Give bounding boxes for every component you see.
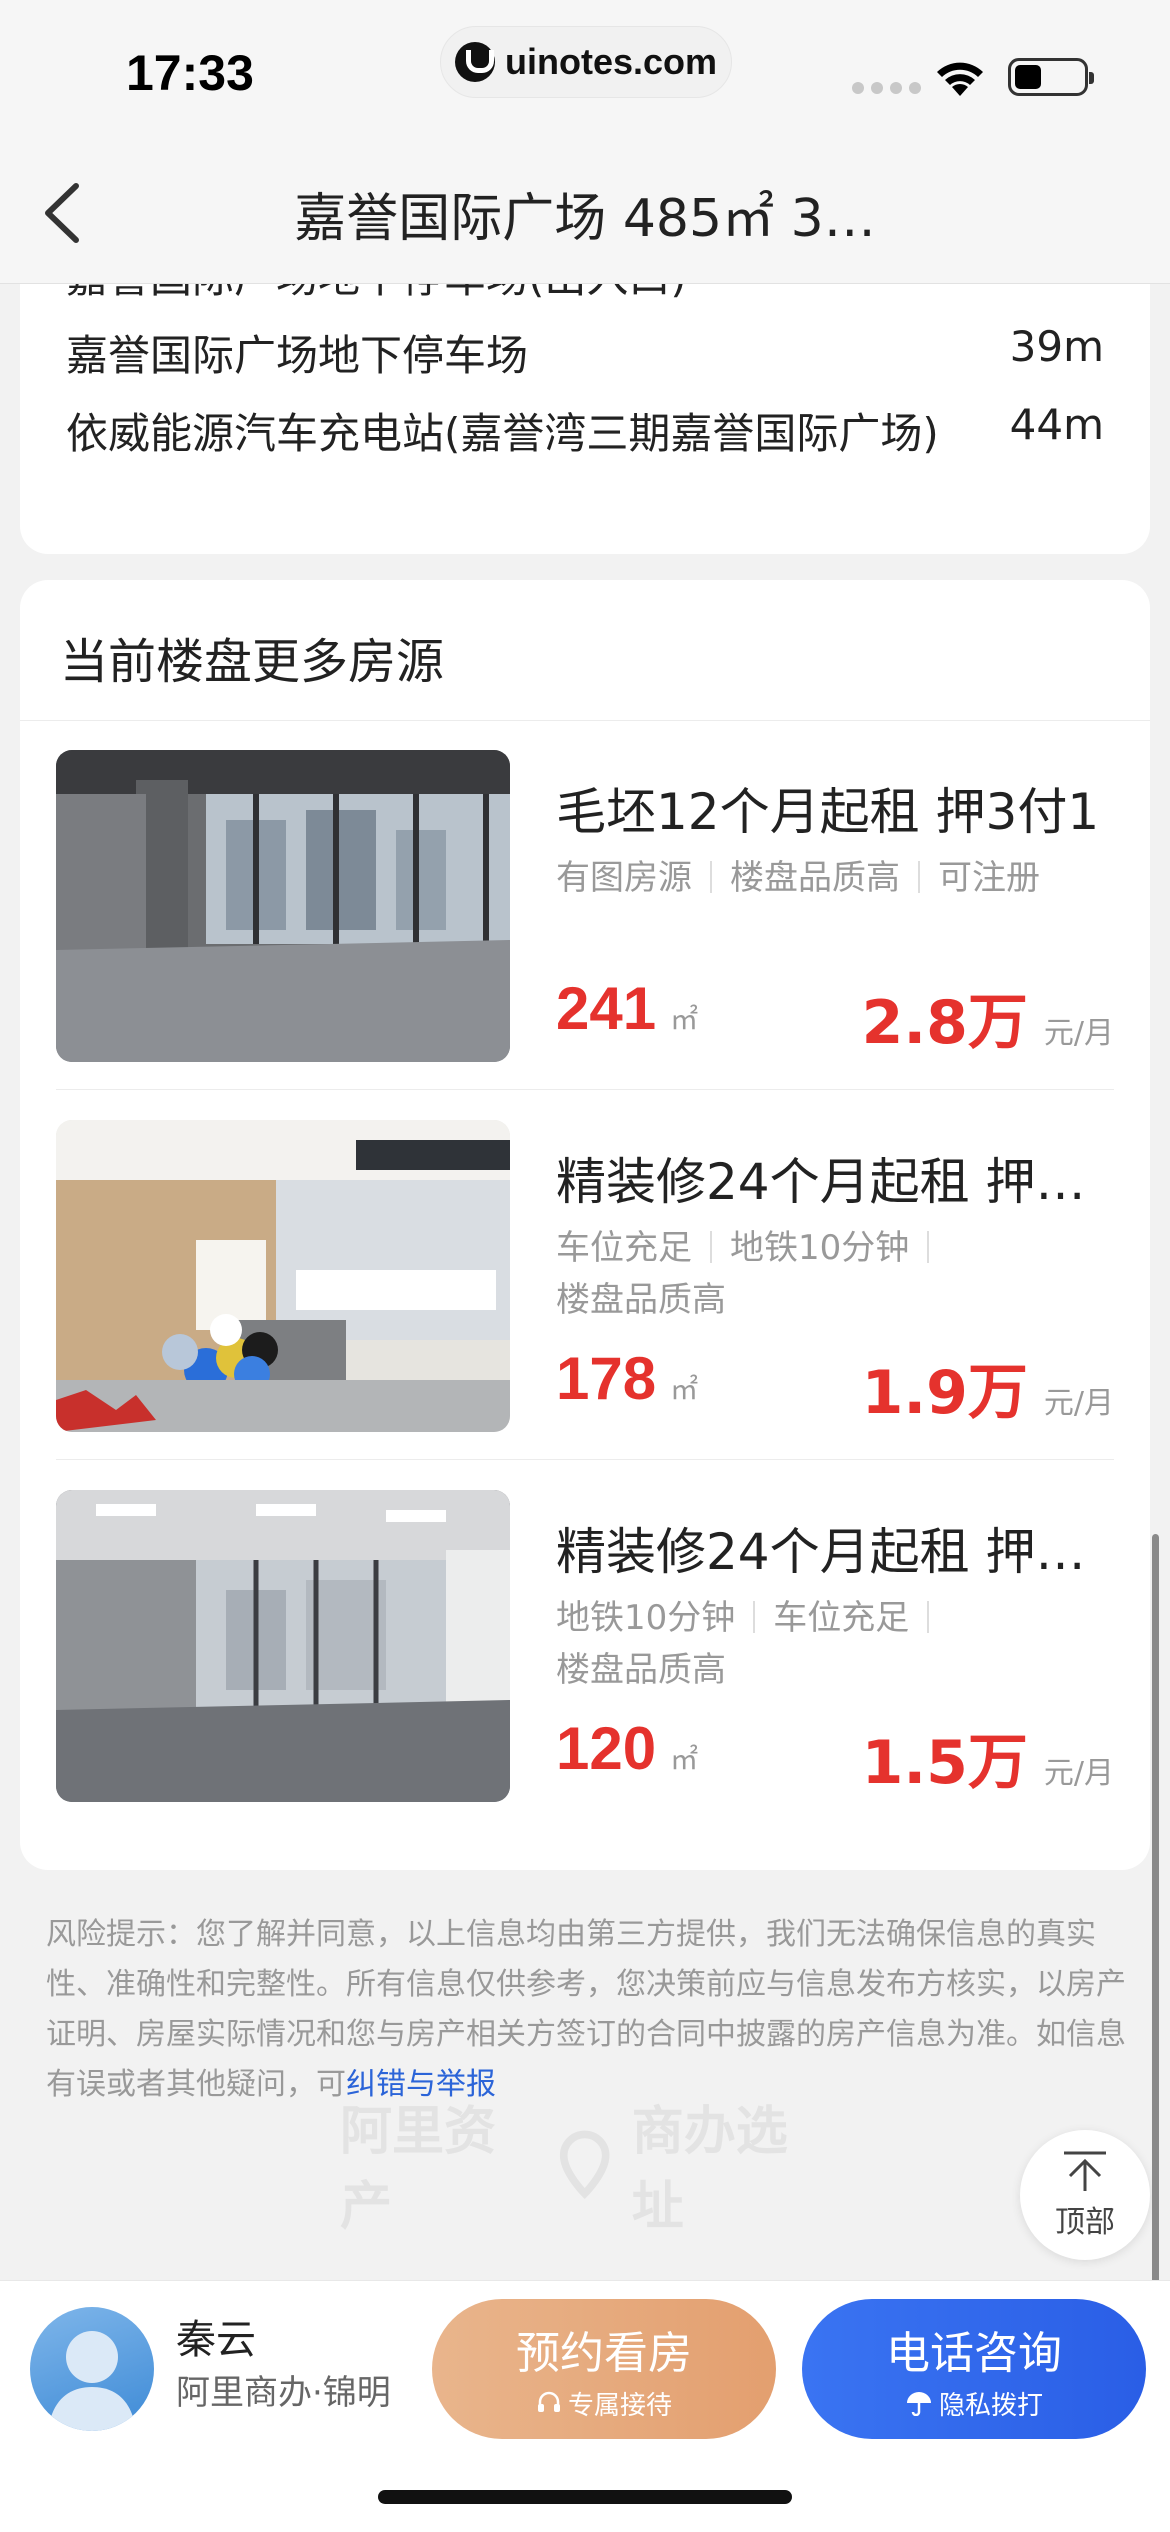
brand-logo-icon bbox=[560, 2130, 610, 2199]
listing-price-value: 1.9万 bbox=[861, 1358, 1028, 1428]
nearby-item: 嘉誉国际广场地下停车场 39m bbox=[66, 322, 1104, 383]
listing-tag: 车位充足 bbox=[556, 1228, 692, 1268]
listing-tag: 地铁10分钟 bbox=[556, 1598, 736, 1638]
listing-price-unit: 元/月 bbox=[1043, 1386, 1114, 1421]
listing-price-value: 2.8万 bbox=[861, 988, 1028, 1058]
nearby-item-distance: 31m bbox=[1010, 284, 1104, 305]
listing-tag: 车位充足 bbox=[773, 1598, 910, 1638]
nearby-item-distance: 44m bbox=[1009, 400, 1104, 449]
back-to-top-button[interactable]: 顶部 bbox=[1020, 2130, 1150, 2260]
listing-tag: 可注册 bbox=[938, 858, 1040, 898]
phone-consult-label: 电话咨询 bbox=[886, 2327, 1062, 2379]
section-title: 当前楼盘更多房源 bbox=[60, 634, 445, 690]
book-viewing-button[interactable]: 预约看房 专属接待 bbox=[432, 2299, 776, 2439]
listing-tag: 楼盘品质高 bbox=[556, 1650, 726, 1690]
book-viewing-sub: 专属接待 bbox=[536, 2385, 672, 2422]
headset-icon bbox=[537, 2391, 560, 2412]
listing-photo bbox=[56, 1490, 510, 1802]
listing-tag: 楼盘品质高 bbox=[730, 858, 900, 898]
listing-price: 2.8万 元/月 bbox=[862, 974, 1114, 1061]
battery-icon bbox=[1008, 58, 1094, 96]
listing-area: 178 ㎡ bbox=[556, 1344, 698, 1413]
listing-photo bbox=[56, 1120, 510, 1432]
back-arrow-icon[interactable] bbox=[36, 178, 96, 248]
listing-tag: 楼盘品质高 bbox=[556, 1280, 726, 1320]
site-logo-icon bbox=[455, 42, 495, 82]
top-bar: 17:33 uinotes.com 嘉誉国际广场 485㎡ 3… bbox=[0, 0, 1170, 284]
nearby-item-name: 嘉誉国际广场地下停车场 bbox=[66, 331, 529, 380]
listing-area: 241 ㎡ bbox=[556, 974, 698, 1043]
book-viewing-label: 预约看房 bbox=[516, 2327, 692, 2379]
content-scroll[interactable]: 嘉誉国际广场地下停车场(出入口) 31m 嘉誉国际广场地下停车场 39m 依威能… bbox=[0, 284, 1170, 2280]
nearby-item-distance: 39m bbox=[1009, 322, 1104, 371]
listing-area-value: 178 bbox=[556, 1345, 657, 1412]
listing-area-unit: ㎡ bbox=[670, 1374, 699, 1405]
listing-tags: 有图房源 楼盘品质高 可注册 bbox=[556, 852, 1116, 904]
home-indicator[interactable] bbox=[378, 2490, 792, 2504]
listing-tag: 有图房源 bbox=[556, 858, 692, 898]
nearby-item: 依威能源汽车充电站(嘉誉湾三期嘉誉国际广场) 44m bbox=[66, 400, 1104, 461]
listing-area-unit: ㎡ bbox=[670, 1004, 699, 1035]
url-text: uinotes.com bbox=[505, 41, 718, 82]
listing-title: 精装修24个月起租 押3… bbox=[556, 1153, 1116, 1211]
url-pill[interactable]: uinotes.com bbox=[440, 26, 732, 98]
nearby-item-name: 嘉誉国际广场地下停车场(出入口) bbox=[66, 284, 687, 305]
listing-title: 精装修24个月起租 押2… bbox=[556, 1523, 1116, 1581]
phone-consult-sub-label: 隐私拨打 bbox=[938, 2390, 1043, 2421]
agent-org: 阿里商办·锦明 bbox=[176, 2373, 391, 2413]
phone-consult-sub: 隐私拨打 bbox=[905, 2385, 1043, 2422]
listing-tags: 地铁10分钟 车位充足楼盘品质高 bbox=[556, 1592, 1116, 1696]
arrow-up-icon bbox=[1064, 2151, 1106, 2191]
listing-item[interactable]: 精装修24个月起租 押3… 车位充足 地铁10分钟 楼盘品质高 178 ㎡ 1.9万 … bbox=[56, 1090, 1116, 1460]
avatar[interactable] bbox=[30, 2307, 154, 2431]
phone-consult-button[interactable]: 电话咨询 隐私拨打 bbox=[802, 2299, 1146, 2439]
cellular-signal-icon bbox=[852, 82, 921, 94]
listing-photo bbox=[56, 750, 510, 1062]
listing-price: 1.9万 元/月 bbox=[862, 1344, 1114, 1431]
listing-price-value: 1.5万 bbox=[861, 1728, 1028, 1798]
status-time: 17:33 bbox=[126, 45, 254, 101]
listing-area: 120 ㎡ bbox=[556, 1714, 698, 1783]
brand-watermark: 阿里资产 商办选址 bbox=[340, 2102, 830, 2237]
agent-name: 秦云 bbox=[176, 2317, 256, 2363]
watermark-right-text: 商办选址 bbox=[631, 2102, 788, 2237]
listing-area-unit: ㎡ bbox=[670, 1744, 699, 1775]
more-listings-card: 当前楼盘更多房源 毛坯12个月起租 押3付1 有图房源 楼盘品质高 可注册 24… bbox=[20, 580, 1150, 1870]
listing-tags: 车位充足 地铁10分钟 楼盘品质高 bbox=[556, 1222, 1116, 1326]
listing-area-value: 120 bbox=[556, 1715, 657, 1782]
risk-notice: 风险提示：您了解并同意，以上信息均由第三方提供，我们无法确保信息的真实性、准确性… bbox=[46, 1910, 1126, 2110]
nearby-item-name: 依威能源汽车充电站(嘉誉湾三期嘉誉国际广场) bbox=[66, 409, 939, 458]
risk-notice-text: 风险提示：您了解并同意，以上信息均由第三方提供，我们无法确保信息的真实性、准确性… bbox=[46, 1917, 1126, 2102]
listing-tag: 地铁10分钟 bbox=[730, 1228, 910, 1268]
watermark-left-text: 阿里资产 bbox=[340, 2102, 497, 2237]
listing-item[interactable]: 毛坯12个月起租 押3付1 有图房源 楼盘品质高 可注册 241 ㎡ 2.8万 元/月 bbox=[56, 720, 1114, 1090]
listing-item[interactable]: 精装修24个月起租 押2… 地铁10分钟 车位充足楼盘品质高 120 ㎡ 1.5万 … bbox=[56, 1460, 1116, 1830]
back-to-top-label: 顶部 bbox=[1055, 2205, 1115, 2240]
listing-price-unit: 元/月 bbox=[1043, 1756, 1114, 1791]
listing-price-unit: 元/月 bbox=[1043, 1016, 1114, 1051]
listing-title: 毛坯12个月起租 押3付1 bbox=[556, 783, 1100, 841]
umbrella-icon bbox=[906, 2392, 931, 2416]
book-viewing-sub-label: 专属接待 bbox=[567, 2390, 672, 2421]
page-title: 嘉誉国际广场 485㎡ 3… bbox=[294, 189, 876, 249]
nearby-facilities-card: 嘉誉国际广场地下停车场(出入口) 31m 嘉誉国际广场地下停车场 39m 依威能… bbox=[20, 284, 1150, 554]
nearby-item: 嘉誉国际广场地下停车场(出入口) 31m bbox=[66, 284, 1104, 305]
listing-price: 1.5万 元/月 bbox=[862, 1714, 1114, 1801]
listing-area-value: 241 bbox=[556, 975, 657, 1042]
scrollbar[interactable] bbox=[1152, 1534, 1159, 2280]
wifi-icon bbox=[937, 62, 983, 96]
